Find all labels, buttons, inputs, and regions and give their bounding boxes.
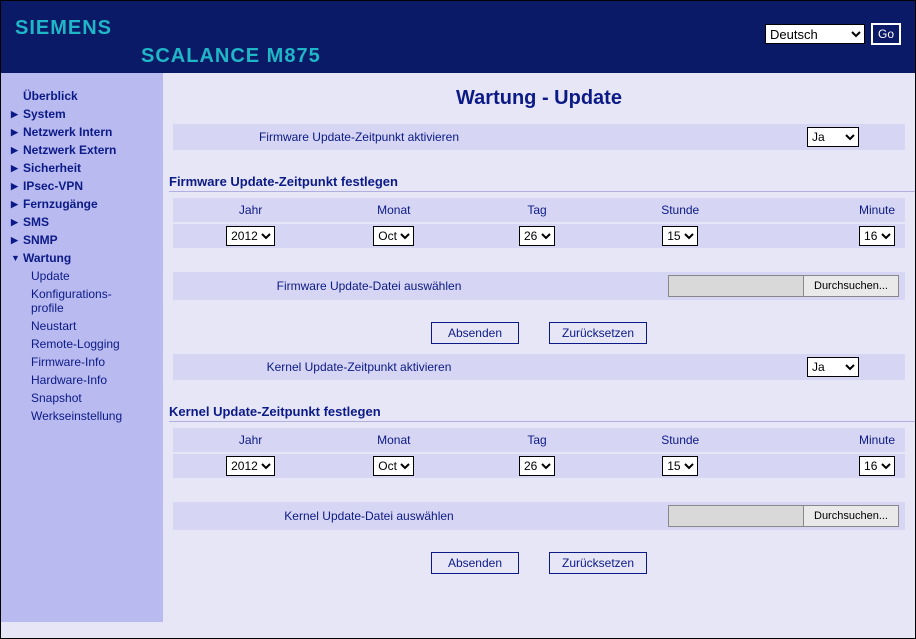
sidebar-item-ipsec-vpn[interactable]: ▶ IPsec-VPN: [11, 177, 162, 195]
col-year: Jahr: [179, 433, 322, 447]
sidebar-item-label: IPsec-VPN: [23, 179, 83, 193]
sidebar-item-label: SMS: [23, 215, 49, 229]
firmware-year-select[interactable]: 2012: [226, 226, 275, 246]
sidebar-sub-firmware-info[interactable]: Firmware-Info: [11, 353, 162, 371]
firmware-reset-button[interactable]: Zurücksetzen: [549, 322, 647, 344]
sidebar-sub-config-profiles[interactable]: Konfigurations- profile: [11, 285, 162, 317]
sidebar-item-network-extern[interactable]: ▶ Netzwerk Extern: [11, 141, 162, 159]
kernel-file-input[interactable]: [668, 505, 803, 527]
language-selector-box: Deutsch Go: [765, 23, 901, 45]
firmware-section-title: Firmware Update-Zeitpunkt festlegen: [169, 174, 915, 192]
chevron-right-icon: ▶: [11, 199, 19, 210]
col-month: Monat: [322, 433, 465, 447]
firmware-hour-select[interactable]: 15: [662, 226, 698, 246]
sidebar-item-system[interactable]: ▶ System: [11, 105, 162, 123]
firmware-activate-select[interactable]: Ja: [807, 127, 859, 147]
firmware-activate-row: Firmware Update-Zeitpunkt aktivieren Ja: [173, 124, 905, 150]
sidebar-item-snmp[interactable]: ▶ SNMP: [11, 231, 162, 249]
product-name: SCALANCE M875: [141, 45, 321, 68]
sidebar-item-sms[interactable]: ▶ SMS: [11, 213, 162, 231]
kernel-browse-button[interactable]: Durchsuchen...: [803, 505, 899, 527]
firmware-file-input[interactable]: [668, 275, 803, 297]
col-hour: Stunde: [609, 203, 752, 217]
sidebar-item-label: SNMP: [23, 233, 58, 247]
kernel-activate-label: Kernel Update-Zeitpunkt aktivieren: [179, 360, 539, 374]
table-row: 2012 Oct 26 15 16: [173, 454, 905, 478]
sidebar-item-security[interactable]: ▶ Sicherheit: [11, 159, 162, 177]
sidebar-item-label: Netzwerk Extern: [23, 143, 116, 157]
kernel-activate-select[interactable]: Ja: [807, 357, 859, 377]
sidebar-item-remote-access[interactable]: ▶ Fernzugänge: [11, 195, 162, 213]
table-header-row: Jahr Monat Tag Stunde Minute: [173, 428, 905, 452]
firmware-submit-button[interactable]: Absenden: [431, 322, 519, 344]
kernel-file-label: Kernel Update-Datei auswählen: [179, 509, 559, 523]
sidebar-item-label: Netzwerk Intern: [23, 125, 112, 139]
chevron-right-icon: ▶: [11, 217, 19, 228]
sidebar-item-label: Fernzugänge: [23, 197, 98, 211]
sidebar-sub-remote-logging[interactable]: Remote-Logging: [11, 335, 162, 353]
firmware-button-row: Absenden Zurücksetzen: [163, 322, 915, 344]
col-month: Monat: [322, 203, 465, 217]
sidebar-sub-snapshot[interactable]: Snapshot: [11, 389, 162, 407]
horizontal-scrollbar[interactable]: [1, 622, 915, 638]
col-minute: Minute: [752, 203, 899, 217]
firmware-activate-label: Firmware Update-Zeitpunkt aktivieren: [179, 130, 539, 144]
sidebar-item-label: Überblick: [23, 89, 78, 103]
main-area: ▶Überblick ▶System ▶Netzwerk Intern ▶Net…: [1, 73, 915, 622]
kernel-year-select[interactable]: 2012: [226, 456, 275, 476]
sidebar-sub-hardware-info[interactable]: Hardware-Info: [11, 371, 162, 389]
sidebar-sub-restart[interactable]: Neustart: [11, 317, 162, 335]
col-minute: Minute: [752, 433, 899, 447]
sidebar-item-maintenance[interactable]: ▼ Wartung: [11, 249, 162, 267]
chevron-right-icon: ▶: [11, 109, 19, 120]
firmware-month-select[interactable]: Oct: [373, 226, 414, 246]
kernel-hour-select[interactable]: 15: [662, 456, 698, 476]
kernel-activate-row: Kernel Update-Zeitpunkt aktivieren Ja: [173, 354, 905, 380]
sidebar-item-label: Wartung: [23, 251, 71, 265]
page-title: Wartung - Update: [163, 87, 915, 110]
firmware-file-label: Firmware Update-Datei auswählen: [179, 279, 559, 293]
content: Wartung - Update Firmware Update-Zeitpun…: [163, 73, 915, 604]
firmware-datetime-table: Jahr Monat Tag Stunde Minute 2012 Oct 26…: [173, 198, 905, 248]
logo: SIEMENS: [15, 17, 112, 40]
kernel-button-row: Absenden Zurücksetzen: [163, 552, 915, 574]
go-button[interactable]: Go: [871, 23, 901, 45]
app-header: SIEMENS SCALANCE M875 Deutsch Go: [1, 1, 915, 73]
firmware-file-row: Firmware Update-Datei auswählen Durchsuc…: [173, 272, 905, 300]
sidebar: ▶Überblick ▶System ▶Netzwerk Intern ▶Net…: [1, 73, 163, 622]
kernel-file-row: Kernel Update-Datei auswählen Durchsuche…: [173, 502, 905, 530]
sidebar-item-network-intern[interactable]: ▶ Netzwerk Intern: [11, 123, 162, 141]
chevron-right-icon: ▶: [11, 145, 19, 156]
chevron-right-icon: ▶: [11, 235, 19, 246]
col-day: Tag: [465, 203, 608, 217]
kernel-day-select[interactable]: 26: [519, 456, 555, 476]
kernel-section-title: Kernel Update-Zeitpunkt festlegen: [169, 404, 915, 422]
kernel-reset-button[interactable]: Zurücksetzen: [549, 552, 647, 574]
sidebar-item-label: Sicherheit: [23, 161, 81, 175]
firmware-day-select[interactable]: 26: [519, 226, 555, 246]
firmware-browse-button[interactable]: Durchsuchen...: [803, 275, 899, 297]
chevron-right-icon: ▶: [11, 181, 19, 192]
sidebar-sub-factory-reset[interactable]: Werkseinstellung: [11, 407, 162, 425]
chevron-down-icon: ▼: [11, 253, 19, 263]
language-select[interactable]: Deutsch: [765, 24, 865, 44]
col-year: Jahr: [179, 203, 322, 217]
sidebar-sub-update[interactable]: Update: [11, 267, 162, 285]
table-row: 2012 Oct 26 15 16: [173, 224, 905, 248]
col-hour: Stunde: [609, 433, 752, 447]
col-day: Tag: [465, 433, 608, 447]
kernel-month-select[interactable]: Oct: [373, 456, 414, 476]
table-header-row: Jahr Monat Tag Stunde Minute: [173, 198, 905, 222]
sidebar-item-label: System: [23, 107, 66, 121]
kernel-datetime-table: Jahr Monat Tag Stunde Minute 2012 Oct 26…: [173, 428, 905, 478]
firmware-minute-select[interactable]: 16: [859, 226, 895, 246]
chevron-right-icon: ▶: [11, 127, 19, 138]
kernel-minute-select[interactable]: 16: [859, 456, 895, 476]
chevron-right-icon: ▶: [11, 163, 19, 174]
kernel-submit-button[interactable]: Absenden: [431, 552, 519, 574]
content-scroll[interactable]: Wartung - Update Firmware Update-Zeitpun…: [163, 73, 915, 622]
sidebar-item-overview[interactable]: ▶Überblick: [11, 87, 162, 105]
